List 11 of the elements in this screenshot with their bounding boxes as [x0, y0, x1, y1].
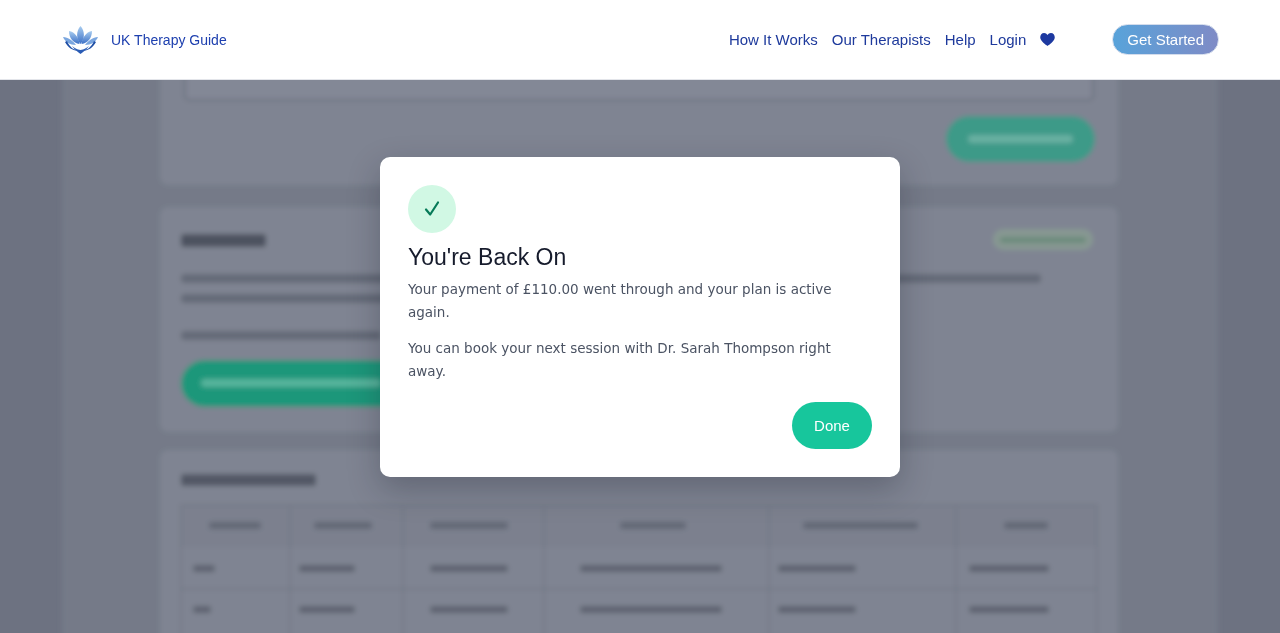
nav-link[interactable]: Our Therapists [831, 31, 931, 48]
nav-link[interactable]: Help [944, 31, 976, 48]
brand-name[interactable]: UK Therapy Guide [111, 31, 227, 48]
dialog-message: Your payment of £110.00 went through and your plan is active again. [408, 279, 833, 322]
dialog-title: You're Back On [408, 242, 568, 271]
nav-link[interactable]: How It Works [728, 31, 818, 48]
heart-icon[interactable] [1040, 33, 1056, 46]
lotus-hands-logo-icon[interactable] [63, 25, 98, 54]
check-icon [408, 184, 456, 233]
nav-link[interactable]: Login [989, 31, 1027, 48]
dialog-message: You can book your next session with Dr. Sarah Thompson right away. [408, 338, 832, 381]
